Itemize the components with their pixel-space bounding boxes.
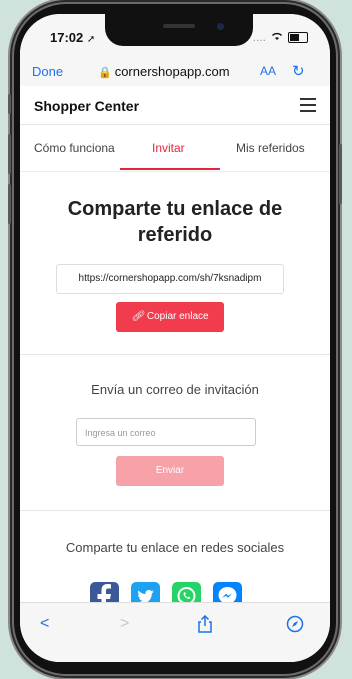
battery-icon [288,31,308,43]
email-input[interactable]: Ingresa un correo [76,418,256,446]
mute-switch [8,94,11,114]
notch [105,14,253,46]
menu-icon[interactable] [300,98,316,116]
social-section-title: Comparte tu enlace en redes sociales [65,540,285,555]
link-icon: 🔗︎ [131,311,145,322]
back-icon[interactable]: < [40,615,49,633]
page-title-line1: Comparte tu enlace de [67,198,283,220]
power-button [339,144,342,204]
tab-mis-referidos[interactable]: Mis referidos [236,141,305,155]
browser-toolbar: < > [20,602,330,662]
phone-screen: 17:02 ➚ .... Done 🔒 cornershopapp.com AA … [20,14,330,662]
done-button[interactable]: Done [32,64,63,79]
copy-link-label: Copiar enlace [146,311,209,322]
active-tab-indicator [120,168,220,170]
tab-como-funciona[interactable]: Cómo funciona [34,141,115,155]
divider [20,510,330,511]
url-text: cornershopapp.com [114,64,230,79]
page-title: Comparte tu enlace de referido [20,196,330,248]
volume-down-button [8,184,11,224]
copy-link-button[interactable]: 🔗︎ Copiar enlace [116,302,224,332]
volume-up-button [8,134,11,174]
tab-bar: Cómo funciona Invitar Mis referidos [20,125,330,172]
referral-link-field[interactable]: https://cornershopapp.com/sh/7ksnadipm [56,264,284,294]
brand-title: Shopper Center [34,98,140,114]
camera [217,23,224,30]
status-icons: .... [253,30,308,44]
divider [20,354,330,355]
reload-icon[interactable]: ↻ [292,62,305,80]
compass-icon[interactable] [286,615,304,638]
status-time: 17:02 ➚ [50,30,96,45]
send-button[interactable]: Enviar [116,456,224,486]
page-title-line2: referido [137,224,213,246]
forward-icon: > [120,615,130,632]
main-content: Comparte tu enlace de referido https://c… [20,172,330,611]
wifi-icon [270,30,284,44]
signal-icon: .... [252,30,266,44]
browser-url-bar: Done 🔒 cornershopapp.com AA ↻ [20,52,330,87]
site-header: Shopper Center [20,86,330,125]
share-icon[interactable] [198,614,212,638]
lock-icon: 🔒 [98,67,112,79]
text-size-button[interactable]: AA [260,64,276,78]
tab-invitar[interactable]: Invitar [152,141,185,155]
email-section-title: Envía un correo de invitación [91,382,259,397]
url-display[interactable]: 🔒 cornershopapp.com [98,64,230,79]
speaker [163,24,195,28]
location-arrow-icon: ➚ [86,34,96,45]
